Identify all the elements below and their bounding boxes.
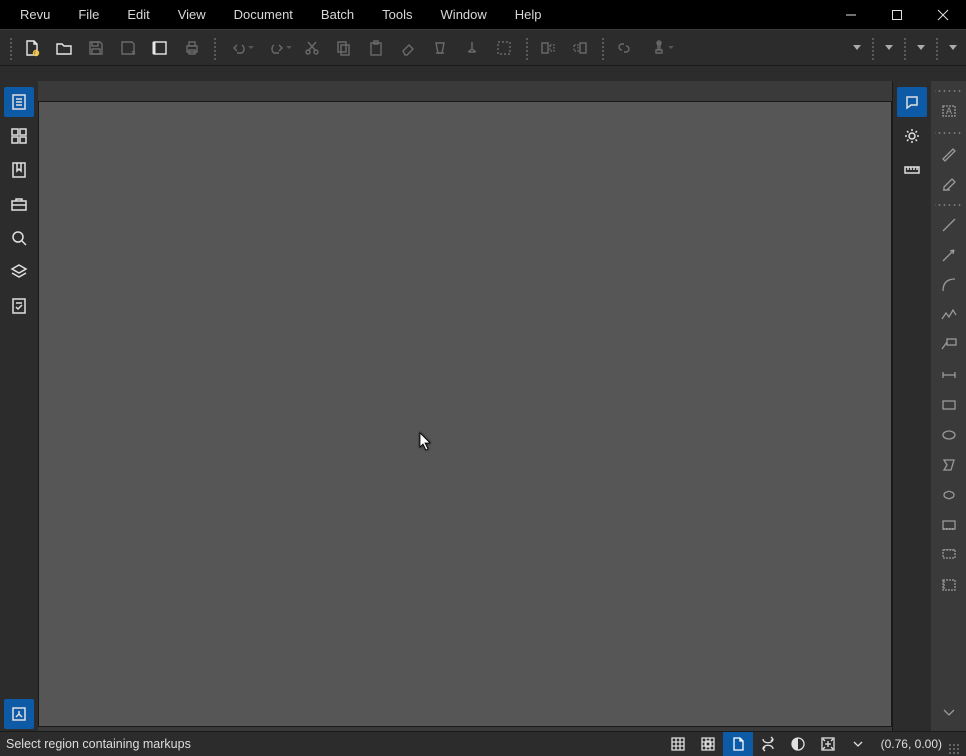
new-file-button[interactable] (18, 34, 46, 62)
cursor-coordinates: (0.76, 0.00) (881, 737, 942, 751)
rectangle-tool[interactable] (935, 391, 963, 419)
text-box-tool[interactable]: A (935, 97, 963, 125)
right-panel (892, 81, 930, 731)
markup-tools-panel: A (930, 81, 966, 731)
menu-view[interactable]: View (164, 0, 220, 29)
callout-tool[interactable] (935, 331, 963, 359)
align-right-button[interactable] (566, 34, 594, 62)
paste-button[interactable] (362, 34, 390, 62)
arrow-tool[interactable] (935, 241, 963, 269)
redo-button[interactable] (260, 34, 294, 62)
polygon-tool[interactable] (935, 451, 963, 479)
dim-button[interactable] (783, 732, 813, 756)
more-tools-button[interactable] (935, 699, 963, 727)
toolbar-dropdown-2[interactable] (880, 34, 898, 62)
toolbar-dropdown-3[interactable] (912, 34, 930, 62)
toolbar-grip-2[interactable] (212, 36, 216, 60)
tab-access-button[interactable] (146, 34, 174, 62)
print-button[interactable] (178, 34, 206, 62)
toolbar-grip[interactable] (8, 36, 12, 60)
fit-button[interactable] (813, 732, 843, 756)
save-as-button[interactable] (114, 34, 142, 62)
maximize-button[interactable] (874, 0, 920, 29)
align-left-button[interactable] (534, 34, 562, 62)
menu-edit[interactable]: Edit (113, 0, 163, 29)
cursor-icon (419, 432, 433, 455)
resize-grip[interactable] (948, 743, 960, 755)
copy-button[interactable] (330, 34, 358, 62)
link-button[interactable] (610, 34, 638, 62)
settings-tab[interactable] (897, 121, 927, 151)
toolbar-grip-4[interactable] (600, 36, 604, 60)
toolbar-grip-6[interactable] (902, 36, 906, 60)
menu-document[interactable]: Document (220, 0, 307, 29)
menu-help[interactable]: Help (501, 0, 556, 29)
menu-bar: Revu File Edit View Document Batch Tools… (0, 0, 556, 29)
toolbar-dropdown-4[interactable] (944, 34, 962, 62)
window-controls (828, 0, 966, 29)
measure-area-tool[interactable] (935, 571, 963, 599)
search-tab[interactable] (4, 223, 34, 253)
ellipse-tool[interactable] (935, 421, 963, 449)
tool-sep (935, 130, 963, 134)
status-bar: Select region containing markups (0.76, … (0, 731, 966, 756)
tool-sep (935, 202, 963, 206)
save-button[interactable] (82, 34, 110, 62)
toolbar-grip-5[interactable] (870, 36, 874, 60)
bookmarks-tab[interactable] (4, 155, 34, 185)
fit-dropdown-button[interactable] (843, 732, 873, 756)
cloud-tool[interactable] (935, 481, 963, 509)
callout-button[interactable] (458, 34, 486, 62)
close-button[interactable] (920, 0, 966, 29)
cloud-plus-tool[interactable] (935, 511, 963, 539)
studio-tab[interactable] (4, 699, 34, 729)
grid-button[interactable] (663, 732, 693, 756)
tool-chest-tab[interactable] (4, 189, 34, 219)
select-region-button[interactable] (490, 34, 518, 62)
undo-button[interactable] (222, 34, 256, 62)
file-access-tab[interactable] (4, 87, 34, 117)
menu-tools[interactable]: Tools (368, 0, 426, 29)
sync-view-button[interactable] (753, 732, 783, 756)
svg-text:A: A (946, 106, 952, 116)
eraser-button[interactable] (394, 34, 422, 62)
stamp-button[interactable] (642, 34, 676, 62)
left-panel (0, 81, 38, 731)
page-layout-button[interactable] (723, 732, 753, 756)
properties-tab[interactable] (897, 87, 927, 117)
measurements-tab[interactable] (897, 155, 927, 185)
main-toolbar (0, 29, 966, 65)
polyline-tool[interactable] (935, 301, 963, 329)
thumbnails-tab[interactable] (4, 121, 34, 151)
status-message: Select region containing markups (6, 737, 191, 751)
highlighter-tool[interactable] (935, 169, 963, 197)
layers-tab[interactable] (4, 257, 34, 287)
document-canvas[interactable] (38, 101, 892, 727)
toolbar-row-2 (0, 65, 966, 81)
toolbar-dropdown-1[interactable] (848, 34, 866, 62)
menu-batch[interactable]: Batch (307, 0, 368, 29)
dimension-tool[interactable] (935, 361, 963, 389)
minimize-button[interactable] (828, 0, 874, 29)
menu-file[interactable]: File (64, 0, 113, 29)
arc-tool[interactable] (935, 271, 963, 299)
measure-count-tool[interactable] (935, 541, 963, 569)
menu-revu[interactable]: Revu (6, 0, 64, 29)
snap-button[interactable] (693, 732, 723, 756)
toolbar-grip-3[interactable] (524, 36, 528, 60)
pen-tool[interactable] (935, 139, 963, 167)
menu-window[interactable]: Window (427, 0, 501, 29)
tool-grip[interactable] (935, 88, 963, 92)
forms-tab[interactable] (4, 291, 34, 321)
line-tool[interactable] (935, 211, 963, 239)
cut-button[interactable] (298, 34, 326, 62)
titlebar: Revu File Edit View Document Batch Tools… (0, 0, 966, 29)
toolbar-grip-7[interactable] (934, 36, 938, 60)
highlight-button[interactable] (426, 34, 454, 62)
open-file-button[interactable] (50, 34, 78, 62)
